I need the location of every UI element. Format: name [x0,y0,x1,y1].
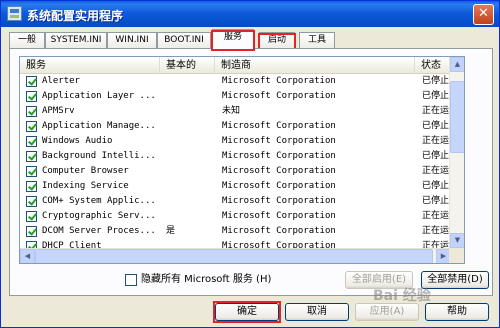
horizontal-scrollbar[interactable]: ◀ ▶ [20,248,451,263]
table-row[interactable]: Application Layer ... Microsoft Corporat… [20,89,464,104]
help-button[interactable]: 帮助 [425,303,489,321]
service-checkbox[interactable] [26,136,37,147]
red-highlight-box [213,301,281,323]
table-row[interactable]: APMSrv 未知 正在运行 [20,104,464,119]
close-button[interactable]: ✕ [473,4,494,25]
scroll-left-arrow-icon[interactable]: ◀ [20,249,35,263]
tab-bar: 一般 SYSTEM.INI WIN.INI BOOT.INI 服务 启动 工具 [9,29,493,51]
tab-win-ini[interactable]: WIN.INI [107,32,157,49]
service-basic: 是 [166,226,176,236]
msconfig-window: 系统配置实用程序 ✕ 一般 SYSTEM.INI WIN.INI BOOT.IN… [0,0,500,328]
tab-services[interactable]: 服务 [211,29,255,51]
service-name: COM+ System Applic... [42,196,156,206]
msconfig-app-icon [7,6,22,21]
tab-system-ini[interactable]: SYSTEM.INI [45,32,107,49]
table-row[interactable]: COM+ System Applic... Microsoft Corporat… [20,194,464,209]
service-name: APMSrv [42,106,75,116]
table-row[interactable]: Indexing Service Microsoft Corporation 已… [20,179,464,194]
tab-services-label: 服务 [223,32,242,42]
vertical-scroll-thumb[interactable] [450,81,464,153]
service-checkbox[interactable] [26,121,37,132]
table-row[interactable]: Windows Audio Microsoft Corporation 正在运行 [20,134,464,149]
window-title: 系统配置实用程序 [27,9,124,23]
service-manufacturer: Microsoft Corporation [222,136,336,146]
vertical-scrollbar[interactable]: ▲ ▼ [449,57,464,263]
checkbox-box[interactable] [125,274,137,286]
service-manufacturer: Microsoft Corporation [222,166,336,176]
horizontal-scroll-thumb[interactable] [35,249,433,263]
scroll-down-arrow-icon[interactable]: ▼ [450,233,464,248]
service-checkbox[interactable] [26,226,37,237]
baidu-watermark: Bai 经验 [373,288,431,304]
service-manufacturer: Microsoft Corporation [222,211,336,221]
service-manufacturer: Microsoft Corporation [222,151,336,161]
tab-general[interactable]: 一般 [9,32,45,49]
service-checkbox[interactable] [26,106,37,117]
table-row[interactable]: Background Intelli... Microsoft Corporat… [20,149,464,164]
disable-all-button[interactable]: 全部禁用(D) [421,271,489,289]
scroll-corner [449,248,464,263]
service-manufacturer: Microsoft Corporation [222,121,336,131]
table-row[interactable]: DCOM Server Proces... 是 Microsoft Corpor… [20,224,464,239]
scroll-up-arrow-icon[interactable]: ▲ [450,57,464,72]
cancel-button[interactable]: 取消 [285,303,349,321]
ok-button[interactable]: 确定 [213,301,281,323]
column-header-manufacturer[interactable]: 制造商 [215,57,415,74]
tab-startup-label: 启动 [267,35,286,45]
table-row[interactable]: Computer Browser Microsoft Corporation 正… [20,164,464,179]
title-bar[interactable]: 系统配置实用程序 ✕ [1,1,499,27]
service-checkbox[interactable] [26,76,37,87]
column-header-service[interactable]: 服务 [20,57,160,74]
service-checkbox[interactable] [26,196,37,207]
service-manufacturer: Microsoft Corporation [222,181,336,191]
service-name: Cryptographic Serv... [42,211,156,221]
service-checkbox[interactable] [26,91,37,102]
service-name: Indexing Service [42,181,129,191]
tab-boot-ini[interactable]: BOOT.INI [157,32,211,49]
service-name: Windows Audio [42,136,113,146]
table-row[interactable]: Alerter Microsoft Corporation 已停止 [20,74,464,89]
service-name: Background Intelli... [42,151,156,161]
table-row[interactable]: Application Manage... Microsoft Corporat… [20,119,464,134]
hide-microsoft-services-label: 隐藏所有 Microsoft 服务 (H) [141,274,272,285]
service-name: Application Manage... [42,121,156,131]
service-name: Alerter [42,76,80,86]
services-list[interactable]: 服务 基本的 制造商 状态 Alerter Microsoft Corporat… [19,56,465,264]
service-manufacturer: Microsoft Corporation [222,196,336,206]
service-name: Application Layer ... [42,91,156,101]
column-header-basic[interactable]: 基本的 [160,57,215,74]
tab-tools[interactable]: 工具 [299,32,335,49]
service-checkbox[interactable] [26,181,37,192]
service-checkbox[interactable] [26,211,37,222]
tab-startup[interactable]: 启动 [258,32,296,50]
service-checkbox[interactable] [26,151,37,162]
service-manufacturer: Microsoft Corporation [222,91,336,101]
list-header: 服务 基本的 制造商 状态 [20,57,464,74]
service-manufacturer: Microsoft Corporation [222,226,336,236]
service-checkbox[interactable] [26,166,37,177]
column-header-status[interactable]: 状态 [415,57,451,74]
service-name: DCOM Server Proces... [42,226,156,236]
table-row[interactable]: Cryptographic Serv... Microsoft Corporat… [20,209,464,224]
service-manufacturer: Microsoft Corporation [222,76,336,86]
apply-button[interactable]: 应用(A) [355,303,419,321]
service-name: Computer Browser [42,166,129,176]
service-manufacturer: 未知 [222,106,241,116]
